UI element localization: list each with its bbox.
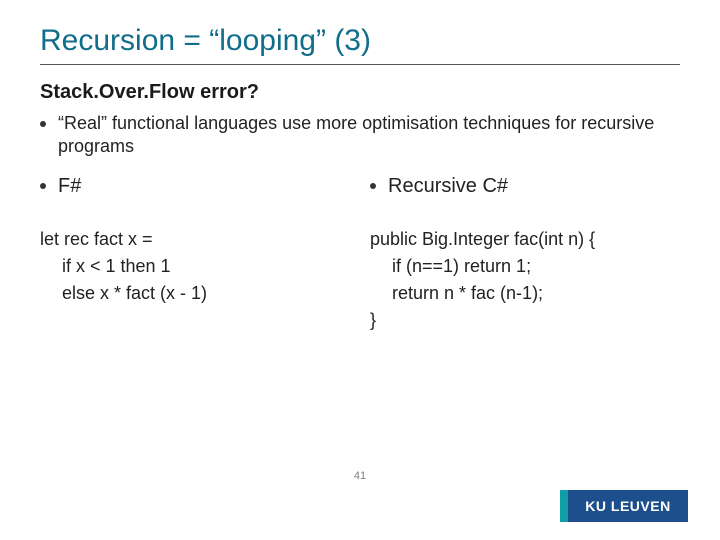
code-line: if (n==1) return 1; [370,253,680,280]
code-line: if x < 1 then 1 [40,253,360,280]
bullet-icon [370,183,376,189]
bullet-item: “Real” functional languages use more opt… [40,112,680,159]
bullet-text: “Real” functional languages use more opt… [58,112,680,159]
code-line: public Big.Integer fac(int n) { [370,226,680,253]
bullet-icon [40,183,46,189]
bullet-item: F# [40,175,360,198]
slide-title: Recursion = “looping” (3) [40,24,680,58]
brand-logo: KU LEUVEN [568,490,688,522]
left-column: F# let rec fact x = if x < 1 then 1 else… [40,175,360,334]
page-number: 41 [0,470,720,482]
code-line: return n * fac (n-1); [370,280,680,307]
code-block-fsharp: let rec fact x = if x < 1 then 1 else x … [40,226,360,307]
slide: Recursion = “looping” (3) Stack.Over.Flo… [0,0,720,540]
right-column: Recursive C# public Big.Integer fac(int … [370,175,680,334]
brand-label: KU LEUVEN [585,498,670,514]
slide-subheading: Stack.Over.Flow error? [40,81,680,104]
two-column-layout: F# let rec fact x = if x < 1 then 1 else… [40,175,680,334]
bullet-icon [40,121,46,127]
code-line: else x * fact (x - 1) [40,280,360,307]
language-label-csharp: Recursive C# [388,175,508,198]
code-line: } [370,307,680,334]
bullet-item: Recursive C# [370,175,680,198]
title-divider [40,64,680,65]
code-block-csharp: public Big.Integer fac(int n) { if (n==1… [370,226,680,334]
brand-accent [560,490,568,522]
code-line: let rec fact x = [40,226,360,253]
language-label-fsharp: F# [58,175,81,198]
